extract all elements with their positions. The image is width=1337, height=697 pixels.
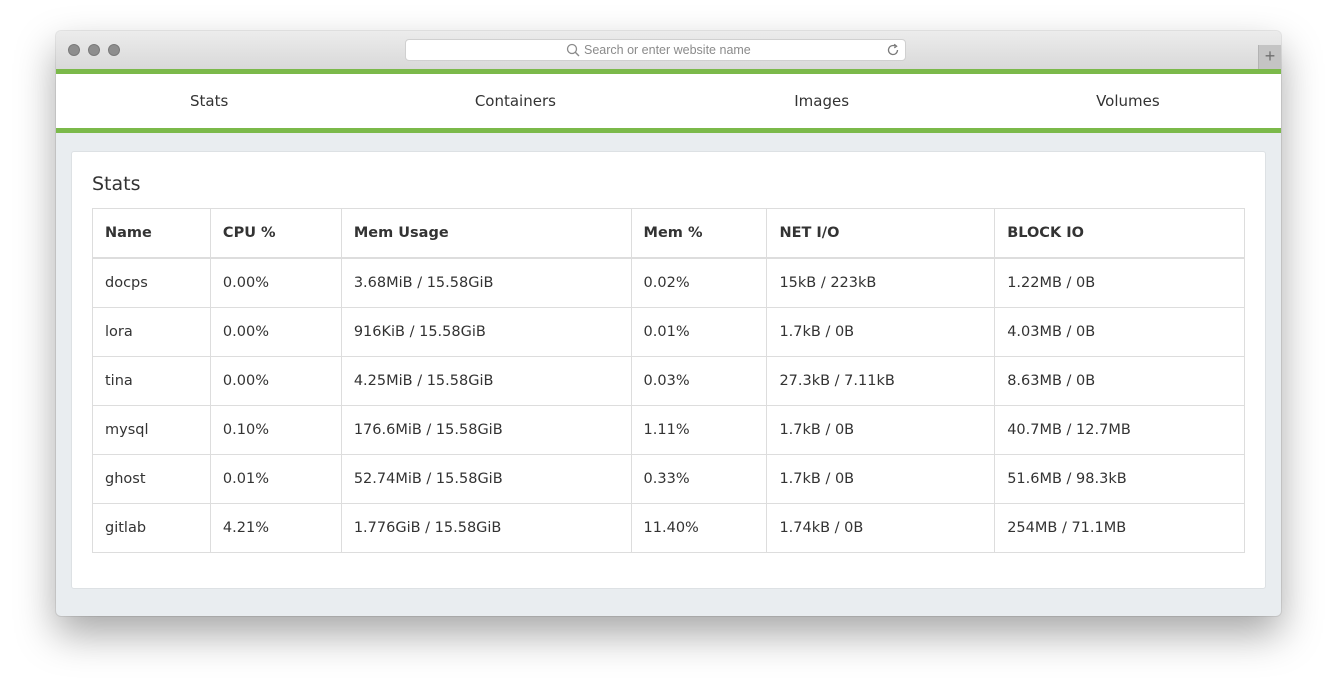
column-header-net-io: NET I/O: [766, 208, 996, 259]
stats-table: Name CPU % Mem Usage Mem % NET I/O BLOCK…: [92, 208, 1245, 553]
cell-net-io: 1.7kB / 0B: [766, 405, 996, 455]
table-row: tina 0.00% 4.25MiB / 15.58GiB 0.03% 27.3…: [92, 356, 1245, 406]
cell-block-io: 51.6MB / 98.3kB: [994, 454, 1245, 504]
browser-window: + Stats Containers Images Volumes Stats …: [56, 31, 1281, 616]
accent-bar-bottom: [56, 128, 1281, 133]
cell-block-io: 8.63MB / 0B: [994, 356, 1245, 406]
cell-mem-percent: 0.33%: [630, 454, 768, 504]
cell-block-io: 40.7MB / 12.7MB: [994, 405, 1245, 455]
tab-stats[interactable]: Stats: [56, 74, 362, 128]
cell-net-io: 15kB / 223kB: [766, 257, 996, 308]
column-header-name: Name: [92, 208, 211, 259]
cell-name: lora: [92, 307, 211, 357]
cell-mem-usage: 52.74MiB / 15.58GiB: [340, 454, 632, 504]
cell-cpu: 4.21%: [209, 503, 342, 553]
tab-volumes[interactable]: Volumes: [975, 74, 1281, 128]
cell-cpu: 0.00%: [209, 307, 342, 357]
address-bar[interactable]: [405, 39, 906, 61]
cell-cpu: 0.00%: [209, 356, 342, 406]
main-nav: Stats Containers Images Volumes: [56, 74, 1281, 128]
table-row: gitlab 4.21% 1.776GiB / 15.58GiB 11.40% …: [92, 503, 1245, 553]
cell-net-io: 1.74kB / 0B: [766, 503, 996, 553]
cell-mem-percent: 0.02%: [630, 257, 768, 308]
cell-mem-usage: 1.776GiB / 15.58GiB: [340, 503, 632, 553]
search-icon: [566, 43, 580, 57]
table-row: docps 0.00% 3.68MiB / 15.58GiB 0.02% 15k…: [92, 257, 1245, 308]
cell-name: mysql: [92, 405, 211, 455]
cell-mem-usage: 4.25MiB / 15.58GiB: [340, 356, 632, 406]
reload-icon[interactable]: [885, 42, 901, 58]
cell-cpu: 0.01%: [209, 454, 342, 504]
cell-name: tina: [92, 356, 211, 406]
plus-icon: +: [1264, 46, 1276, 66]
tab-containers[interactable]: Containers: [362, 74, 668, 128]
cell-mem-percent: 11.40%: [630, 503, 768, 553]
column-header-block-io: BLOCK IO: [994, 208, 1245, 259]
cell-mem-percent: 0.01%: [630, 307, 768, 357]
minimize-window-button[interactable]: [88, 44, 100, 56]
cell-name: gitlab: [92, 503, 211, 553]
tab-images[interactable]: Images: [669, 74, 975, 128]
cell-mem-usage: 3.68MiB / 15.58GiB: [340, 257, 632, 308]
new-tab-button[interactable]: +: [1258, 45, 1281, 69]
table-row: lora 0.00% 916KiB / 15.58GiB 0.01% 1.7kB…: [92, 307, 1245, 357]
cell-mem-usage: 176.6MiB / 15.58GiB: [340, 405, 632, 455]
cell-name: docps: [92, 257, 211, 308]
cell-name: ghost: [92, 454, 211, 504]
address-input[interactable]: [584, 41, 834, 59]
close-window-button[interactable]: [68, 44, 80, 56]
table-header-row: Name CPU % Mem Usage Mem % NET I/O BLOCK…: [92, 208, 1245, 259]
cell-mem-usage: 916KiB / 15.58GiB: [340, 307, 632, 357]
cell-cpu: 0.00%: [209, 257, 342, 308]
cell-net-io: 1.7kB / 0B: [766, 454, 996, 504]
column-header-mem-usage: Mem Usage: [340, 208, 632, 259]
cell-block-io: 1.22MB / 0B: [994, 257, 1245, 308]
cell-cpu: 0.10%: [209, 405, 342, 455]
stats-panel: Stats Name CPU % Mem Usage Mem % NET I/O…: [71, 151, 1266, 589]
cell-net-io: 1.7kB / 0B: [766, 307, 996, 357]
cell-net-io: 27.3kB / 7.11kB: [766, 356, 996, 406]
column-header-mem-percent: Mem %: [630, 208, 768, 259]
cell-mem-percent: 0.03%: [630, 356, 768, 406]
cell-mem-percent: 1.11%: [630, 405, 768, 455]
title-bar: +: [56, 31, 1281, 70]
table-row: mysql 0.10% 176.6MiB / 15.58GiB 1.11% 1.…: [92, 405, 1245, 455]
table-row: ghost 0.01% 52.74MiB / 15.58GiB 0.33% 1.…: [92, 454, 1245, 504]
page-title: Stats: [92, 173, 141, 195]
column-header-cpu: CPU %: [209, 208, 342, 259]
cell-block-io: 254MB / 71.1MB: [994, 503, 1245, 553]
zoom-window-button[interactable]: [108, 44, 120, 56]
cell-block-io: 4.03MB / 0B: [994, 307, 1245, 357]
